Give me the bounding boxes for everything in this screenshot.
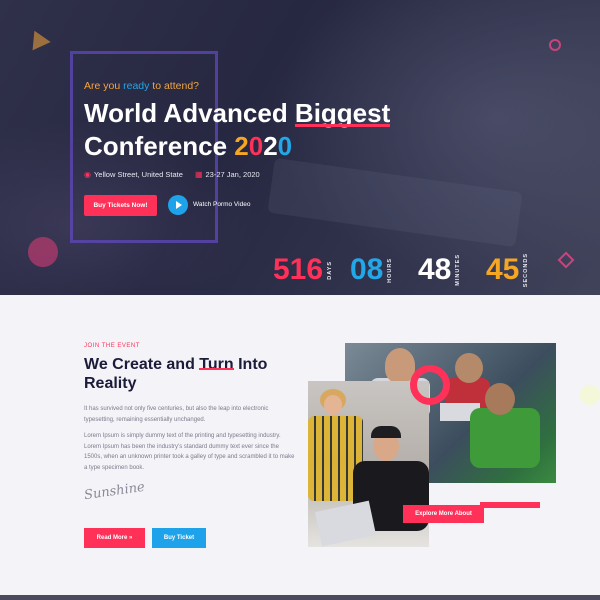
event-meta: ◉ Yellow Street, United State ▦ 23-27 Jan,… — [84, 170, 260, 179]
buy-tickets-button[interactable]: Buy Tickets Now! — [84, 195, 157, 216]
countdown-label: MINUTES — [455, 254, 462, 286]
photo-laptop — [314, 500, 377, 547]
buy-ticket-button[interactable]: Buy Ticket — [152, 528, 206, 548]
ring-decoration — [410, 365, 450, 405]
watch-video-link[interactable]: Watch Pormo Video — [193, 201, 250, 208]
countdown-days: 516 DAYS — [273, 253, 333, 287]
hero-eyebrow: Are you ready to attend? — [84, 80, 199, 92]
countdown-label: SECONDS — [523, 253, 530, 288]
countdown-value: 516 — [273, 253, 324, 286]
photo-person — [470, 408, 540, 468]
section-eyebrow: JOIN THE EVENT — [84, 343, 140, 349]
footer-strip — [0, 595, 600, 600]
read-more-button[interactable]: Read More » — [84, 528, 145, 548]
explore-more-button[interactable]: Explore More About — [403, 505, 484, 523]
photo-person — [455, 353, 483, 383]
countdown-label: HOURS — [387, 257, 394, 283]
countdown-label: DAYS — [327, 260, 334, 280]
countdown-hours: 08 HOURS — [350, 253, 393, 287]
countdown-seconds: 45 SECONDS — [486, 253, 529, 287]
countdown-value: 08 — [350, 253, 384, 286]
hero-banner: Are you ready to attend? World Advanced … — [0, 0, 600, 295]
photo-person — [324, 395, 342, 415]
circle-decoration — [28, 237, 58, 267]
hero-title: World Advanced Biggest Conference 2020 — [84, 98, 391, 161]
section-title: We Create and Turn Into Reality — [84, 356, 268, 392]
countdown-value: 45 — [486, 253, 520, 287]
date: ▦ 23-27 Jan, 2020 — [194, 170, 260, 179]
circle-decoration — [580, 385, 600, 405]
intro-paragraph: It has survived not only five centuries,… — [84, 406, 269, 423]
countdown-value: 48 — [418, 253, 452, 286]
location: ◉ Yellow Street, United State — [84, 170, 183, 179]
play-icon[interactable] — [168, 195, 188, 215]
photo-person — [371, 426, 401, 438]
map-pin-icon: ◉ — [84, 170, 91, 179]
ring-decoration — [549, 39, 561, 51]
bar-decoration — [480, 502, 540, 508]
countdown-minutes: 48 MINUTES — [418, 253, 461, 287]
photo-person — [485, 383, 515, 415]
calendar-icon: ▦ — [194, 170, 203, 179]
body-paragraph: Lorem Ipsum is simply dummy text of the … — [84, 433, 295, 471]
